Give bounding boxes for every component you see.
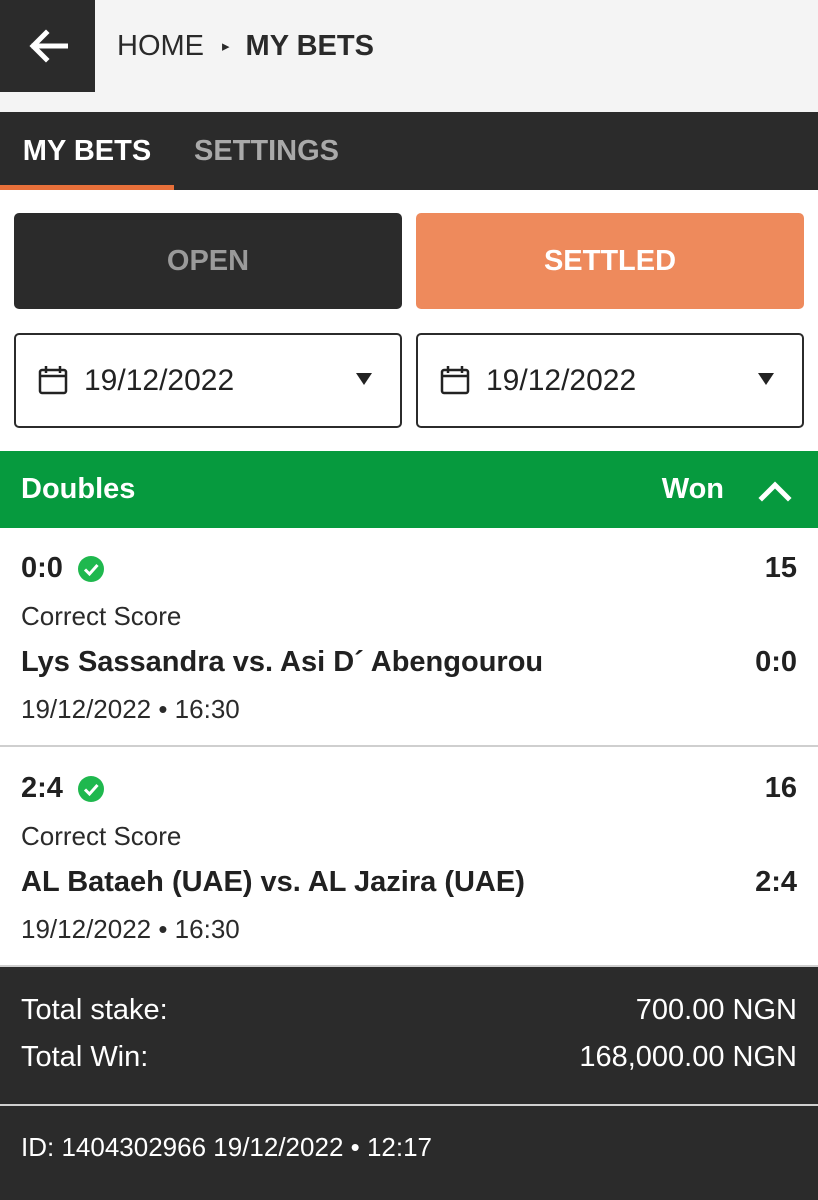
total-stake-value: 700.00 NGN [635, 994, 797, 1026]
bet-selection: 0:0 15 Correct Score Lys Sassandra vs. A… [0, 528, 818, 747]
selection-kickoff: 19/12/2022 • 16:30 [21, 914, 240, 944]
top-bar: HOME ▸ MY BETS [0, 0, 818, 112]
selection-result: 0:0 [755, 646, 797, 678]
selection-result: 2:4 [755, 866, 797, 898]
settled-bets-button[interactable]: SETTLED [416, 213, 804, 309]
breadcrumb-separator-icon: ▸ [222, 38, 230, 55]
breadcrumb-current: MY BETS [245, 29, 374, 62]
bet-totals: Total stake: 700.00 NGN Total Win: 168,0… [0, 967, 818, 1104]
chevron-down-icon [356, 373, 372, 385]
selection-market: Correct Score [21, 821, 182, 851]
selection-market: Correct Score [21, 601, 182, 631]
back-button[interactable] [0, 0, 95, 92]
selection-pick: 0:0 [21, 552, 63, 584]
date-to-value: 19/12/2022 [486, 364, 637, 397]
tab-my-bets[interactable]: MY BETS [0, 112, 174, 190]
open-bets-button[interactable]: OPEN [14, 213, 402, 309]
total-stake-label: Total stake: [21, 994, 168, 1026]
date-from-value: 19/12/2022 [84, 364, 235, 397]
selection-pick: 2:4 [21, 772, 63, 804]
chevron-up-icon[interactable] [758, 477, 792, 503]
breadcrumb: HOME ▸ MY BETS [117, 28, 374, 64]
date-to-picker[interactable]: 19/12/2022 [416, 333, 804, 428]
date-from-picker[interactable]: 19/12/2022 [14, 333, 402, 428]
bet-id: ID: 1404302966 19/12/2022 • 12:17 [21, 1132, 433, 1162]
bet-type: Doubles [21, 473, 136, 505]
total-win-value: 168,000.00 NGN [579, 1041, 797, 1073]
tab-settings[interactable]: SETTINGS [194, 112, 339, 190]
selection-match: Lys Sassandra vs. Asi D´ Abengourou [21, 646, 544, 678]
selection-match: AL Bataeh (UAE) vs. AL Jazira (UAE) [21, 866, 525, 898]
bet-header[interactable]: Doubles Won [0, 451, 818, 528]
check-circle-icon [77, 775, 104, 802]
bet-selection: 2:4 16 Correct Score AL Bataeh (UAE) vs.… [0, 748, 818, 967]
chevron-down-icon [758, 373, 774, 385]
check-circle-icon [77, 555, 104, 582]
calendar-icon [440, 366, 470, 395]
selection-odds: 15 [764, 552, 797, 584]
calendar-icon [38, 366, 68, 395]
pick-row: 2:4 [21, 772, 105, 805]
selection-kickoff: 19/12/2022 • 16:30 [21, 694, 240, 724]
breadcrumb-home[interactable]: HOME [117, 30, 204, 63]
pick-row: 0:0 [21, 552, 105, 585]
bet-status: Won [661, 473, 724, 505]
selection-odds: 16 [764, 772, 797, 804]
tab-bar: MY BETS SETTINGS [0, 112, 818, 190]
arrow-left-icon [28, 29, 68, 63]
bet-footer: ID: 1404302966 19/12/2022 • 12:17 [0, 1106, 818, 1200]
total-win-label: Total Win: [21, 1041, 149, 1073]
